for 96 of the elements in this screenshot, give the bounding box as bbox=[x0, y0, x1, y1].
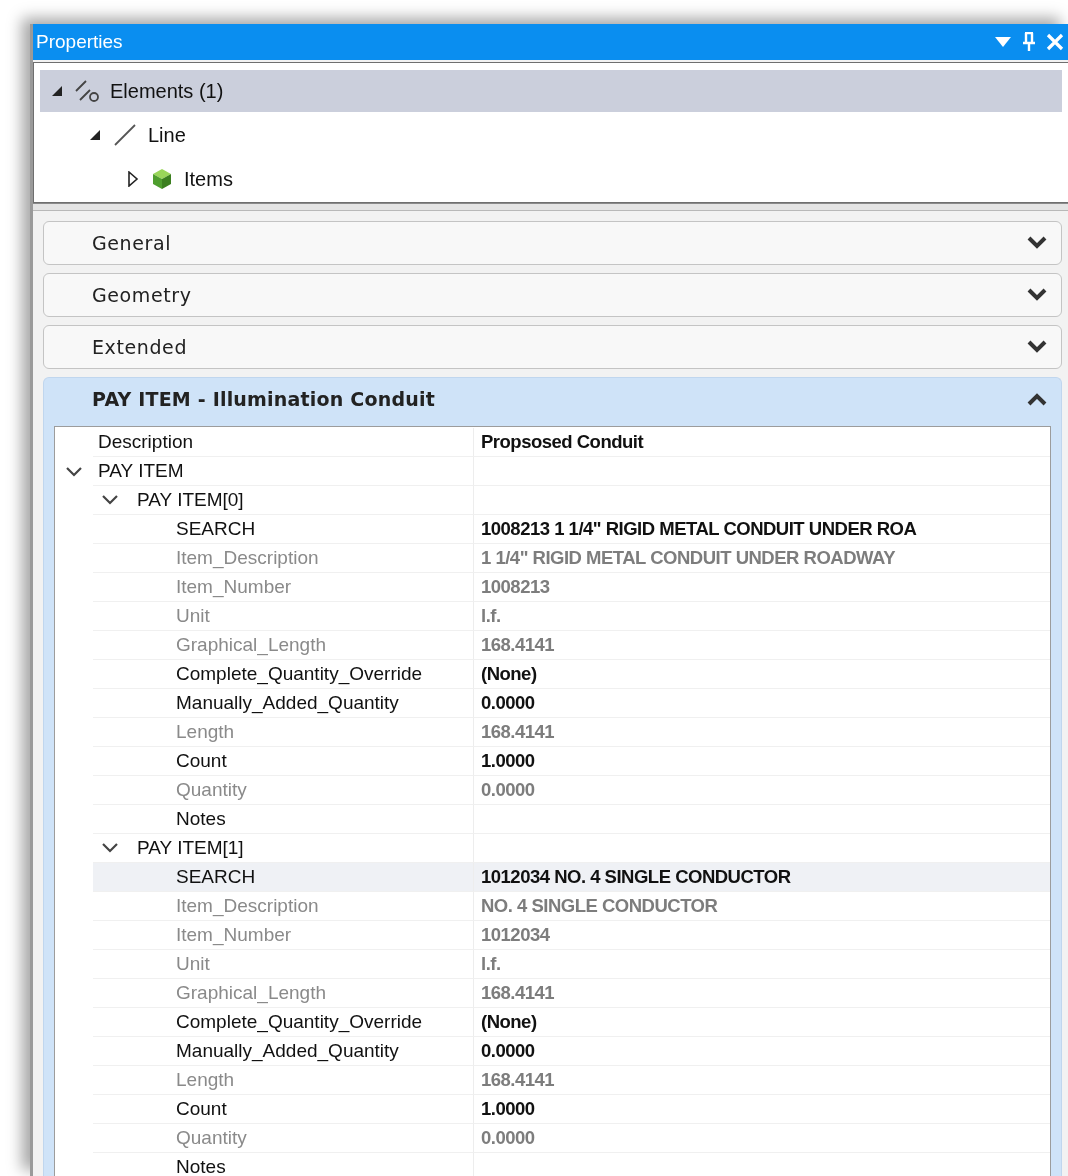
expanded-triangle-icon[interactable] bbox=[50, 85, 64, 97]
section-header[interactable]: General bbox=[44, 222, 1061, 264]
property-row[interactable]: Length 168.4141 bbox=[55, 1066, 1050, 1095]
diagonal-line-icon bbox=[112, 123, 138, 147]
tree-item[interactable]: Line bbox=[40, 114, 1062, 156]
chevron-down-icon bbox=[1027, 288, 1047, 302]
property-value: 1008213 1 1/4" RIGID METAL CONDUIT UNDER ROA bbox=[481, 518, 917, 540]
group-label: PAY ITEM bbox=[98, 460, 184, 482]
property-value: 1012034 bbox=[481, 924, 550, 946]
property-value: (None) bbox=[481, 663, 537, 685]
cube-icon bbox=[150, 167, 174, 191]
property-row[interactable]: Graphical_Length 168.4141 bbox=[55, 979, 1050, 1008]
line-and-circle-icon bbox=[74, 79, 100, 103]
property-name: Count bbox=[176, 1098, 227, 1120]
property-name: Manually_Added_Quantity bbox=[176, 1040, 399, 1062]
property-value: 168.4141 bbox=[481, 1069, 555, 1091]
property-name: Length bbox=[176, 1069, 235, 1091]
property-name: Length bbox=[176, 721, 235, 743]
window-title: Properties bbox=[36, 31, 124, 53]
property-value: 168.4141 bbox=[481, 634, 555, 656]
property-value: 1012034 NO. 4 SINGLE CONDUCTOR bbox=[481, 866, 791, 888]
property-row[interactable]: Complete_Quantity_Override (None) bbox=[55, 660, 1050, 689]
splitter-bar[interactable] bbox=[33, 203, 1068, 211]
tree-item[interactable]: Elements (1) bbox=[40, 70, 1062, 112]
property-value: 0.0000 bbox=[481, 1127, 535, 1149]
section-header[interactable]: Extended bbox=[44, 326, 1061, 368]
property-value: (None) bbox=[481, 1011, 537, 1033]
property-row[interactable]: PAY ITEM[0] bbox=[55, 486, 1050, 515]
dropdown-arrow-icon[interactable] bbox=[994, 36, 1012, 48]
property-value: 1.0000 bbox=[481, 1098, 535, 1120]
close-icon[interactable] bbox=[1046, 33, 1064, 51]
property-row[interactable]: Manually_Added_Quantity 0.0000 bbox=[55, 1037, 1050, 1066]
property-row[interactable]: Length 168.4141 bbox=[55, 718, 1050, 747]
tree-item[interactable]: Items bbox=[40, 158, 1062, 200]
property-row[interactable]: Quantity 0.0000 bbox=[55, 1124, 1050, 1153]
property-row[interactable]: Item_Number 1012034 bbox=[55, 921, 1050, 950]
chevron-down-icon[interactable] bbox=[65, 465, 83, 478]
property-value: 1.0000 bbox=[481, 750, 535, 772]
property-name: Graphical_Length bbox=[176, 634, 326, 656]
property-name: Item_Description bbox=[176, 895, 319, 917]
property-value: 0.0000 bbox=[481, 1040, 535, 1062]
property-row[interactable]: Manually_Added_Quantity 0.0000 bbox=[55, 689, 1050, 718]
property-value: NO. 4 SINGLE CONDUCTOR bbox=[481, 895, 718, 917]
property-row[interactable]: SEARCH 1008213 1 1/4" RIGID METAL CONDUIT UNDER ROA bbox=[55, 515, 1050, 544]
property-value: 0.0000 bbox=[481, 779, 535, 801]
property-value: 1008213 bbox=[481, 576, 550, 598]
property-name: Item_Description bbox=[176, 547, 319, 569]
property-name: Graphical_Length bbox=[176, 982, 326, 1004]
chevron-down-icon[interactable] bbox=[101, 842, 119, 854]
property-name: Unit bbox=[176, 953, 210, 975]
group-label: PAY ITEM[1] bbox=[137, 837, 244, 859]
chevron-down-icon bbox=[1027, 340, 1047, 354]
property-row[interactable]: Notes bbox=[55, 805, 1050, 834]
property-row[interactable]: Item_Description NO. 4 SINGLE CONDUCTOR bbox=[55, 892, 1050, 921]
property-value: 1 1/4" RIGID METAL CONDUIT UNDER ROADWAY bbox=[481, 547, 895, 569]
chevron-up-icon bbox=[1027, 392, 1047, 406]
property-name: Notes bbox=[176, 808, 226, 830]
property-row[interactable]: Notes bbox=[55, 1153, 1050, 1176]
property-value: l.f. bbox=[481, 605, 501, 627]
chevron-down-icon bbox=[1027, 236, 1047, 250]
section-header[interactable]: Geometry bbox=[44, 274, 1061, 316]
property-value: l.f. bbox=[481, 953, 501, 975]
property-name: Item_Number bbox=[176, 924, 292, 946]
property-name: Description bbox=[98, 431, 194, 453]
property-row[interactable]: Unit l.f. bbox=[55, 602, 1050, 631]
property-name: Unit bbox=[176, 605, 210, 627]
property-row[interactable]: PAY ITEM bbox=[55, 457, 1050, 486]
pin-icon[interactable] bbox=[1022, 32, 1036, 52]
property-name: Quantity bbox=[176, 1127, 247, 1149]
property-value: Propsosed Conduit bbox=[481, 431, 644, 453]
property-value: 168.4141 bbox=[481, 982, 555, 1004]
property-row[interactable]: Complete_Quantity_Override (None) bbox=[55, 1008, 1050, 1037]
property-name: Complete_Quantity_Override bbox=[176, 663, 423, 685]
property-row[interactable]: Quantity 0.0000 bbox=[55, 776, 1050, 805]
property-name: SEARCH bbox=[176, 866, 256, 888]
property-name: Notes bbox=[176, 1156, 226, 1176]
property-name: Count bbox=[176, 750, 227, 772]
property-row[interactable]: Count 1.0000 bbox=[55, 747, 1050, 776]
property-name: Complete_Quantity_Override bbox=[176, 1011, 423, 1033]
property-row[interactable]: Unit l.f. bbox=[55, 950, 1050, 979]
expanded-triangle-icon[interactable] bbox=[88, 129, 102, 141]
group-label: PAY ITEM[0] bbox=[137, 489, 244, 511]
property-name: Quantity bbox=[176, 779, 247, 801]
property-name: Manually_Added_Quantity bbox=[176, 692, 399, 714]
property-value: 168.4141 bbox=[481, 721, 555, 743]
section-header[interactable]: PAY ITEM - Illumination Conduit bbox=[44, 378, 1061, 420]
collapsed-triangle-icon[interactable] bbox=[126, 171, 140, 187]
property-row[interactable]: Item_Description 1 1/4" RIGID METAL CONDUIT UNDER ROADWAY bbox=[55, 544, 1050, 573]
property-name: SEARCH bbox=[176, 518, 256, 540]
property-row[interactable]: Description Propsosed Conduit bbox=[55, 428, 1050, 457]
property-row[interactable]: Count 1.0000 bbox=[55, 1095, 1050, 1124]
chevron-down-icon[interactable] bbox=[101, 494, 119, 506]
property-row[interactable]: Graphical_Length 168.4141 bbox=[55, 631, 1050, 660]
property-value: 0.0000 bbox=[481, 692, 535, 714]
property-row[interactable]: Item_Number 1008213 bbox=[55, 573, 1050, 602]
property-name: Item_Number bbox=[176, 576, 292, 598]
